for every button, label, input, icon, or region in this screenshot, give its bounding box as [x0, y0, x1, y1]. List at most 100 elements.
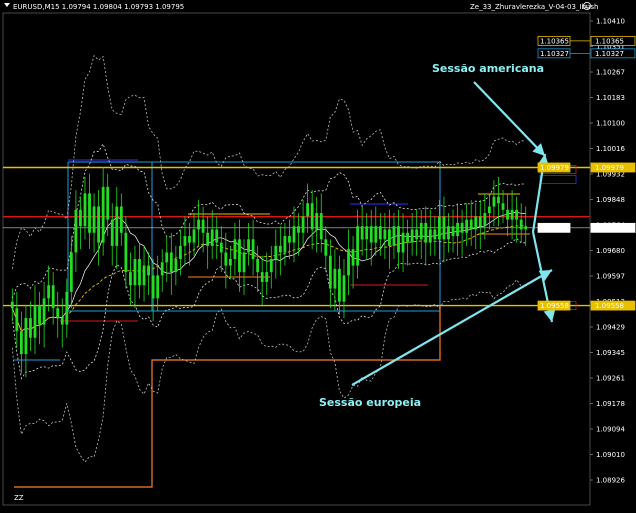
axis-label: 1.09178 — [596, 400, 625, 408]
candle-body — [188, 236, 191, 243]
axis-label: 1.10267 — [596, 69, 625, 77]
axis-price-tag-text: 1.09795 — [595, 224, 624, 232]
candle-body — [247, 239, 250, 253]
axis-price-tag-text: 1.10365 — [595, 37, 624, 45]
candle-body — [197, 219, 200, 230]
candle-body — [83, 193, 87, 227]
candle-body — [419, 222, 423, 240]
candle-body — [233, 239, 237, 259]
candle-body — [397, 226, 400, 253]
axis-label: 1.09848 — [596, 196, 625, 204]
candle-body — [224, 252, 228, 266]
candle-body — [60, 318, 64, 325]
candle-body — [256, 259, 260, 273]
candle-body — [497, 196, 500, 204]
candle-body — [119, 206, 123, 233]
candle-body — [524, 226, 528, 230]
trading-chart[interactable]: 1.10410 1.10351 1.10267 1.10183 1.10100 1.100… — [0, 0, 636, 513]
axis-price-tag-text: 1.09558 — [595, 302, 624, 310]
candle-body — [365, 226, 369, 240]
candle-body — [288, 236, 291, 243]
symbol-info: EURUSD,M15 1.09794 1.09804 1.09793 1.097… — [13, 3, 184, 11]
axis-label: 1.09094 — [596, 426, 625, 434]
candle-body — [424, 222, 428, 243]
candle-body — [297, 226, 300, 233]
candle-body — [401, 232, 405, 253]
candle-body — [315, 213, 319, 230]
candle-body — [347, 249, 350, 276]
candle-body — [451, 226, 455, 237]
candle-body — [342, 275, 346, 302]
candle-body — [460, 222, 464, 233]
candle-body — [510, 209, 514, 220]
axis-label: 1.10183 — [596, 94, 625, 102]
candle-body — [124, 232, 128, 273]
candle-body — [251, 239, 255, 259]
candle-body — [492, 196, 496, 207]
candle-body — [283, 236, 287, 253]
axis-label: 1.09597 — [596, 273, 625, 281]
axis-label: 1.10016 — [596, 145, 625, 153]
chart-background — [0, 0, 636, 513]
candle-body — [106, 186, 110, 220]
axis-price-tag-text: 1.10327 — [595, 50, 624, 58]
candle-body — [210, 229, 214, 246]
candle-body — [469, 219, 473, 230]
price-tag-text: 1.10365 — [540, 37, 569, 45]
candle-body — [33, 304, 37, 338]
candle-body — [324, 239, 328, 256]
candle-body — [415, 229, 419, 240]
candle-body — [129, 272, 132, 286]
candle-body — [10, 301, 14, 309]
price-tag-text: 1.09979 — [540, 164, 569, 172]
candle-body — [19, 331, 23, 355]
price-tag-text: 1.10327 — [540, 50, 569, 58]
candle-body — [178, 245, 182, 259]
candle-body — [15, 308, 19, 332]
candle-body — [160, 262, 164, 276]
candle-body — [92, 206, 96, 233]
candle-body — [378, 226, 382, 240]
candle-body — [147, 265, 150, 276]
candle-body — [215, 229, 219, 243]
candle-body — [515, 209, 519, 220]
candle-body — [433, 229, 437, 240]
candle-body — [69, 252, 73, 292]
candle-body — [142, 265, 146, 286]
candle-body — [74, 209, 78, 253]
candle-body — [351, 249, 355, 266]
candle-body — [301, 216, 305, 233]
candle-body — [156, 275, 160, 299]
candle-body — [333, 268, 337, 289]
bottom-watermark: ZZ — [14, 494, 24, 502]
candle-body — [310, 203, 314, 230]
candle-body — [274, 245, 278, 259]
axis-label: 1.09429 — [596, 324, 625, 332]
candle-body — [410, 229, 414, 243]
candle-body — [192, 229, 196, 243]
candle-body — [242, 252, 246, 273]
candle-body — [388, 229, 391, 246]
candle-body — [101, 186, 105, 243]
candle-body — [487, 206, 491, 214]
price-tag-text: 1.09795 — [540, 224, 569, 232]
candle-body — [65, 291, 69, 325]
chart-canvas[interactable]: 1.104101.103511.102671.101831.101001.100… — [0, 0, 636, 513]
indicator-title: Ze_33_Zhuravlerezka_V-04-03_Ibush — [470, 3, 598, 11]
candle-body — [219, 242, 223, 253]
candle-body — [169, 252, 173, 273]
axis-label: 1.09680 — [596, 247, 625, 255]
candle-body — [338, 268, 341, 302]
candle-body — [174, 259, 178, 273]
candle-body — [501, 203, 505, 210]
candle-body — [51, 285, 55, 309]
candle-body — [506, 209, 509, 220]
candle-body — [437, 216, 441, 240]
candle-body — [478, 216, 482, 227]
candle-body — [383, 229, 387, 240]
candle-body — [456, 222, 459, 237]
candle-body — [115, 206, 119, 246]
candle-body — [24, 318, 28, 355]
candle-body — [265, 272, 269, 282]
candle-body — [483, 213, 487, 227]
